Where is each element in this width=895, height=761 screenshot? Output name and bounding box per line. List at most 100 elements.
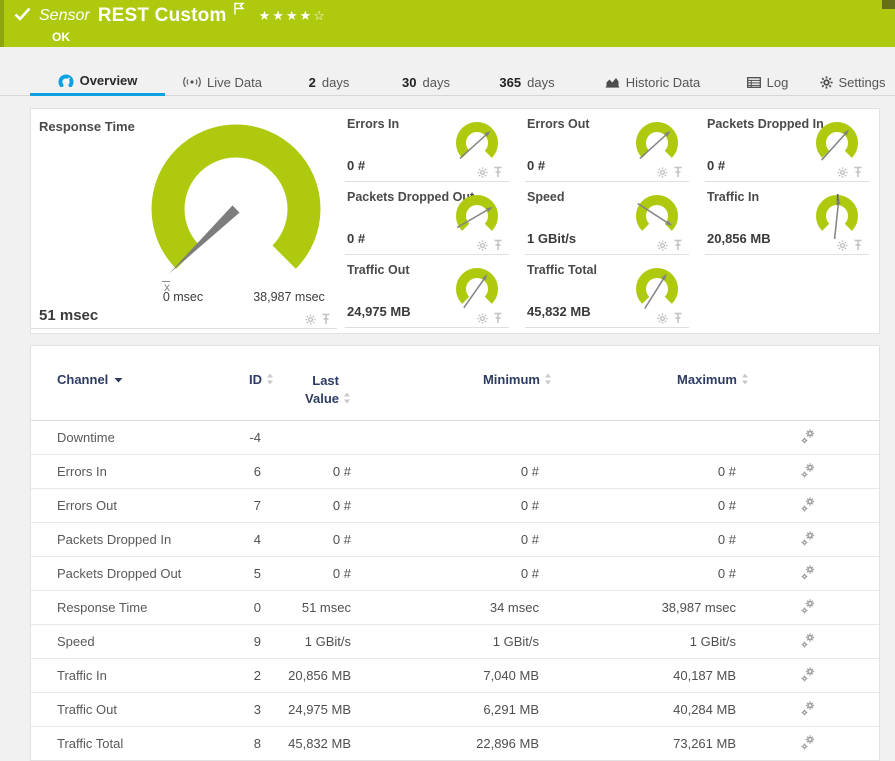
gauge-gear-icon[interactable] [837,167,848,178]
tab-historic-data[interactable]: Historic Data [580,68,725,96]
gauge-gear-icon[interactable] [305,314,316,325]
channel-name-cell[interactable]: Downtime [31,421,227,455]
column-header-actions [736,346,879,421]
table-row: Errors In60 #0 #0 # [31,455,879,489]
sort-icon[interactable] [544,373,552,385]
sort-icon[interactable] [266,373,274,385]
pin-icon[interactable] [673,239,683,251]
maximum-cell [539,421,736,455]
channel-name-cell[interactable]: Traffic Out [31,693,227,727]
channel-settings-gears-icon[interactable] [800,564,816,581]
last-value-cell: 24,975 MB [261,693,351,727]
minimum-cell: 1 GBit/s [351,625,539,659]
pin-icon[interactable] [321,313,331,325]
gauge-value: 0 # [707,158,725,173]
channel-name-cell[interactable]: Traffic In [31,659,227,693]
id-cell: 2 [227,659,261,693]
tab-overview[interactable]: Overview [30,68,165,96]
pin-icon[interactable] [853,239,863,251]
channel-settings-gears-icon[interactable] [800,734,816,751]
column-header-minimum[interactable]: Minimum [351,346,539,421]
gauge-value: 1 GBit/s [527,231,576,246]
gauge-gear-icon[interactable] [657,313,668,324]
last-value-cell [261,421,351,455]
channel-name-cell[interactable]: Packets Dropped In [31,523,227,557]
channel-settings-cell [736,659,879,693]
gauges-panel: Response Time x 0 msec 38,987 msec 51 ms… [30,108,880,334]
channel-settings-gears-icon[interactable] [800,598,816,615]
channel-settings-gears-icon[interactable] [800,700,816,717]
tab-live-data[interactable]: Live Data [165,68,280,96]
channel-settings-cell [736,693,879,727]
gauge-cell-packets-dropped-out: Packets Dropped Out0 # [345,182,509,255]
channel-name-cell[interactable]: Traffic Total [31,727,227,761]
gauge-gear-icon[interactable] [477,313,488,324]
pin-icon[interactable] [853,166,863,178]
last-value-cell: 0 # [261,455,351,489]
gauge-cell-errors-out: Errors Out0 # [525,109,689,182]
gauge-gear-icon[interactable] [657,240,668,251]
flag-icon[interactable] [233,2,245,20]
pin-icon[interactable] [493,166,503,178]
column-header-channel[interactable]: Channel [31,346,227,421]
table-row: Errors Out70 #0 #0 # [31,489,879,523]
pin-icon[interactable] [673,312,683,324]
minimum-cell [351,421,539,455]
table-row: Traffic In220,856 MB7,040 MB40,187 MB [31,659,879,693]
gauge-gear-icon[interactable] [837,240,848,251]
maximum-cell: 0 # [539,523,736,557]
channel-name-cell[interactable]: Response Time [31,591,227,625]
pin-icon[interactable] [673,166,683,178]
maximum-cell: 38,987 msec [539,591,736,625]
table-row: Speed91 GBit/s1 GBit/s1 GBit/s [31,625,879,659]
channel-settings-gears-icon[interactable] [800,530,816,547]
channel-table: Channel ID Last Value Minimum Maximum Do… [31,346,879,760]
channel-settings-gears-icon[interactable] [800,428,816,445]
channel-settings-gears-icon[interactable] [800,496,816,513]
last-value-cell: 45,832 MB [261,727,351,761]
response-time-gauge: x [131,117,331,293]
tab-number: 2 [309,75,316,90]
column-header-id[interactable]: ID [227,346,261,421]
object-kind-label: Sensor [39,7,90,25]
channel-name-cell[interactable]: Errors In [31,455,227,489]
tab-settings[interactable]: Settings [810,68,895,96]
tab-number: 365 [499,75,521,90]
pin-icon[interactable] [493,239,503,251]
channel-settings-gears-icon[interactable] [800,462,816,479]
channel-mini-gauge [629,264,685,316]
gauge-cell-traffic-out: Traffic Out24,975 MB [345,255,509,328]
gauge-gear-icon[interactable] [477,167,488,178]
tab-label: Overview [80,73,138,88]
channel-name-cell[interactable]: Packets Dropped Out [31,557,227,591]
priority-stars[interactable]: ★★★★☆ [259,8,327,24]
channel-settings-gears-icon[interactable] [800,666,816,683]
column-header-last-value[interactable]: Last Value [261,346,351,421]
last-value-cell: 51 msec [261,591,351,625]
channel-mini-gauge [449,118,505,170]
tab-2-days[interactable]: 2days [280,68,378,96]
sort-icon[interactable] [343,392,351,404]
gauge-min-label: 0 msec [143,290,223,304]
channel-settings-gears-icon[interactable] [800,632,816,649]
tab-label: Log [767,75,789,90]
tab-log[interactable]: Log [725,68,810,96]
minimum-cell: 34 msec [351,591,539,625]
tab-365-days[interactable]: 365 days [474,68,580,96]
channel-settings-cell [736,455,879,489]
channel-name-cell[interactable]: Errors Out [31,489,227,523]
channel-mini-gauge [809,118,865,170]
tab-30-days[interactable]: 30days [378,68,474,96]
channel-name-cell[interactable]: Speed [31,625,227,659]
tab-label: Historic Data [626,75,700,90]
table-row: Packets Dropped Out50 #0 #0 # [31,557,879,591]
sort-icon[interactable] [741,373,749,385]
gauge-gear-icon[interactable] [657,167,668,178]
pin-icon[interactable] [493,312,503,324]
channel-settings-cell [736,557,879,591]
tab-label: days [527,75,554,90]
id-cell: -4 [227,421,261,455]
column-header-maximum[interactable]: Maximum [539,346,736,421]
gauge-gear-icon[interactable] [477,240,488,251]
maximum-cell: 40,187 MB [539,659,736,693]
